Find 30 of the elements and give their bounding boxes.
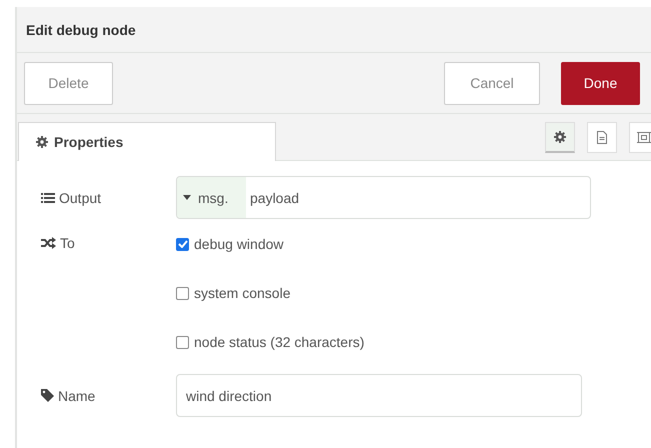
frame-tab[interactable] — [629, 122, 651, 152]
properties-tab[interactable]: Properties — [18, 122, 276, 161]
field-label: To — [60, 235, 75, 251]
caret-icon — [183, 195, 191, 200]
checkbox-option[interactable]: debug window — [176, 234, 364, 254]
document-tab[interactable] — [587, 122, 617, 152]
done-button[interactable]: Done — [561, 62, 640, 104]
check-icon — [178, 240, 188, 248]
field-value: payload — [249, 190, 300, 206]
shuffle-icon — [41, 237, 56, 249]
output-field[interactable]: msg. payload — [176, 176, 591, 219]
checkbox[interactable] — [176, 286, 189, 300]
type-selector[interactable]: msg. — [177, 177, 246, 218]
checkbox-option[interactable]: system console — [176, 283, 364, 303]
gear-icon — [36, 136, 48, 148]
cancel-button[interactable]: Cancel — [444, 62, 540, 104]
checkbox[interactable] — [176, 336, 189, 348]
checkbox[interactable] — [176, 238, 189, 250]
gear-icon — [554, 130, 566, 142]
tag-icon — [41, 389, 54, 402]
field-label: Name — [58, 388, 96, 404]
delete-button[interactable]: Delete — [24, 62, 113, 104]
settings-tab[interactable] — [545, 122, 575, 152]
list-icon — [41, 192, 55, 204]
checkbox-option[interactable]: node status (32 characters) — [176, 332, 364, 352]
frame-icon — [637, 130, 651, 144]
dialog-title: Edit debug node — [26, 22, 136, 38]
field-label: Output — [59, 190, 102, 206]
document-icon — [597, 130, 607, 144]
name-field[interactable]: wind direction — [176, 374, 582, 417]
